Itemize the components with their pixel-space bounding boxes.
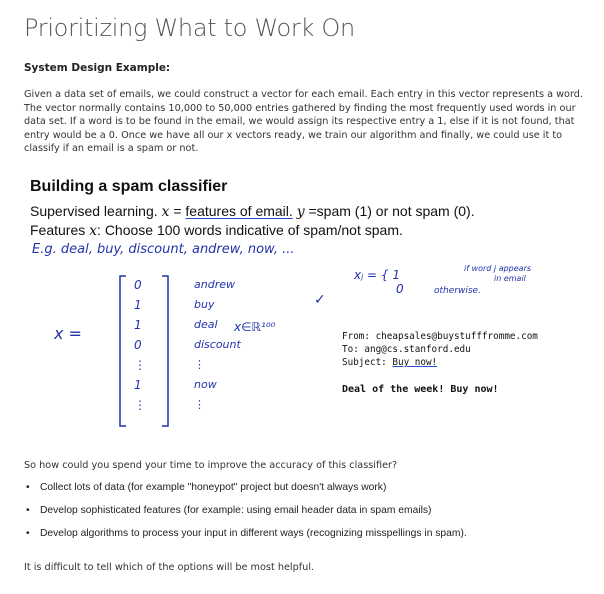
bullet-icon: •	[26, 482, 30, 493]
intro-paragraph: Given a data set of emails, we could con…	[24, 89, 583, 155]
slide-line1-rest: =spam (1) or not spam (0).	[304, 203, 475, 219]
email-subject-line: Subject: Buy now!	[342, 356, 538, 369]
email-subject-label: Subject:	[342, 357, 393, 368]
vector-entry-value: 1	[134, 298, 142, 312]
email-subject: Buy now!	[392, 357, 438, 368]
slide-line2-x: x	[89, 223, 98, 239]
vector-entry-word: now	[194, 378, 217, 391]
lecture-slide-image: Building a spam classifier Supervised le…	[24, 174, 584, 444]
bullet-icon: •	[26, 505, 30, 516]
slide-line1-prefix: Supervised learning.	[30, 203, 158, 219]
vector-entry-word: ⋮	[194, 398, 205, 411]
slide-line1-eq: =	[169, 203, 186, 219]
bullet-icon: •	[26, 528, 30, 539]
vector-entry-value: 1	[134, 378, 142, 392]
email-from: From: cheapsales@buystufffromme.com	[342, 331, 538, 342]
handwritten-otherwise: otherwise.	[434, 286, 481, 296]
list-item-text: Develop sophisticated features (for exam…	[40, 505, 432, 516]
list-item: • Collect lots of data (for example "hone…	[26, 482, 586, 505]
slide-line1-features: features of email.	[185, 203, 293, 219]
list-item-text: Collect lots of data (for example "honey…	[40, 482, 387, 493]
handwritten-xj-zero: 0	[396, 282, 404, 296]
vector-entry-value: 0	[134, 278, 142, 292]
list-item: • Develop algorithms to process your inpu…	[26, 528, 586, 551]
slide-line-features: Features x: Choose 100 words indicative …	[30, 222, 403, 239]
handwritten-example-words: E.g. deal, buy, discount, andrew, now, .…	[32, 242, 295, 257]
handwritten-xj-one: xⱼ = { 1	[354, 268, 400, 282]
slide-line2-rest: : Choose 100 words indicative of spam/no…	[97, 222, 403, 238]
vector-entry-value: ⋮	[134, 358, 146, 372]
slide-title: Building a spam classifier	[30, 178, 228, 195]
handwritten-if-word-appears: if word j appears	[464, 264, 532, 273]
vector-entry-value: 1	[134, 318, 142, 332]
checkmark-icon: ✓	[314, 292, 326, 308]
slide-line-supervised: Supervised learning. x = features of ema…	[30, 203, 475, 220]
question-text: So how could you spend your time to impr…	[24, 460, 398, 471]
vector-entry-word: discount	[194, 338, 241, 351]
conclusion-text: It is difficult to tell which of the opt…	[24, 562, 315, 573]
slide-line1-y: y	[296, 204, 305, 220]
handwritten-x-equals: x =	[54, 324, 82, 343]
options-list: • Collect lots of data (for example "hone…	[26, 482, 586, 551]
feature-vector: 0 andrew 1 buy 1 deal 0 discount ⋮ ⋮ 1 now ⋮ ⋮	[94, 266, 254, 436]
vector-entry-word: ⋮	[194, 358, 205, 371]
vector-entry-word: buy	[194, 298, 215, 311]
vector-entry-word: andrew	[194, 278, 235, 291]
slide-line2-prefix: Features	[30, 222, 90, 238]
vector-brackets	[119, 275, 169, 427]
handwritten-xj-definition: xⱼ = { 1 0	[354, 268, 404, 296]
list-item-text: Develop algorithms to process your input…	[40, 528, 467, 539]
email-to: To: ang@cs.stanford.edu	[342, 344, 471, 355]
vector-entry-value: ⋮	[134, 398, 146, 412]
vector-entry-word: deal	[194, 318, 218, 331]
vector-entry-value: 0	[134, 338, 142, 352]
section-subheading: System Design Example:	[24, 62, 171, 74]
example-email-header: From: cheapsales@buystufffromme.com To: …	[342, 330, 538, 369]
handwritten-in-email: in email	[494, 274, 526, 283]
email-body: Deal of the week! Buy now!	[342, 384, 499, 395]
page-title: Prioritizing What to Work On	[24, 14, 355, 42]
list-item: • Develop sophisticated features (for exa…	[26, 505, 586, 528]
